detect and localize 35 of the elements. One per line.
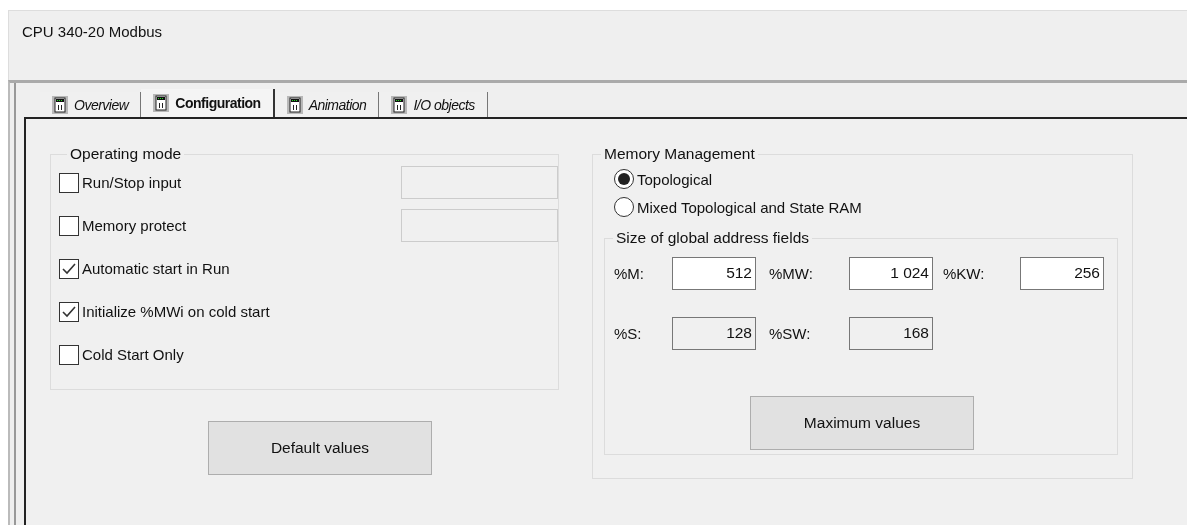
radio-label: Topological: [637, 170, 713, 188]
device-icon: [153, 94, 170, 112]
device-icon: [52, 95, 68, 114]
checkbox-label: Automatic start in Run: [82, 260, 231, 277]
tab[interactable]: Configuration: [141, 89, 275, 117]
radio-label: Mixed Topological and State RAM: [637, 198, 862, 216]
checkbox-label: Run/Stop input: [82, 174, 183, 191]
field-label: %MW:: [769, 265, 813, 282]
number-field[interactable]: 512: [672, 257, 756, 290]
checkbox-label: Memory protect: [82, 217, 188, 234]
group-title: Size of global address fields: [615, 229, 810, 247]
radio-button[interactable]: [614, 169, 634, 189]
checkbox[interactable]: [59, 215, 79, 236]
window-title: CPU 340-20 Modbus: [22, 23, 163, 40]
group-title: Memory Management: [603, 145, 756, 163]
input-field[interactable]: [401, 166, 558, 199]
checkbox[interactable]: [59, 344, 79, 365]
checkbox[interactable]: [59, 301, 79, 322]
radio-button[interactable]: [614, 197, 634, 217]
group-title: Operating mode: [69, 145, 183, 163]
device-icon: [286, 95, 303, 114]
field-label: %M:: [614, 265, 644, 282]
number-field[interactable]: 256: [1020, 257, 1104, 290]
field-label: %KW:: [943, 265, 985, 282]
checkbox-label: Cold Start Only: [82, 346, 185, 363]
checkbox[interactable]: [59, 172, 79, 193]
number-field[interactable]: 1 024: [849, 257, 933, 290]
default-values-button[interactable]: Default values: [208, 421, 432, 475]
device-icon: [391, 95, 408, 114]
maximum-values-button[interactable]: Maximum values: [750, 396, 974, 450]
checkbox[interactable]: [59, 258, 79, 279]
input-field[interactable]: [401, 209, 558, 242]
checkbox-label: Initialize %MWi on cold start: [82, 303, 271, 320]
field-label: %SW:: [769, 325, 811, 342]
field-label: %S:: [614, 325, 642, 342]
